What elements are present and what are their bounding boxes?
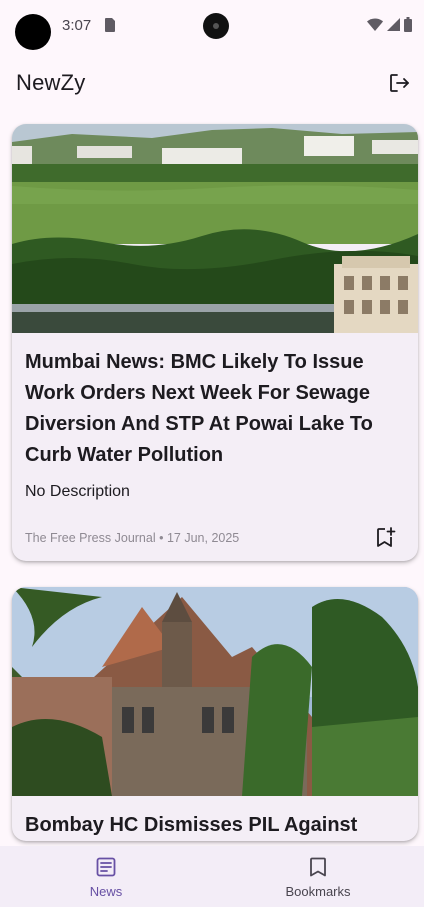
nav-label-bookmarks: Bookmarks <box>285 884 351 899</box>
front-camera <box>203 13 229 39</box>
article-title[interactable]: Mumbai News: BMC Likely To Issue Work Or… <box>25 347 405 471</box>
wifi-icon <box>367 18 383 31</box>
article-image <box>12 587 418 796</box>
card-body: Mumbai News: BMC Likely To Issue Work Or… <box>12 333 418 561</box>
news-card[interactable]: Bombay HC Dismisses PIL Against <box>12 587 418 841</box>
nav-label-news: News <box>89 884 123 899</box>
article-image <box>12 124 418 333</box>
nav-icon-container <box>78 854 134 880</box>
nav-item-news[interactable]: News <box>0 846 212 907</box>
card-body: Bombay HC Dismisses PIL Against <box>12 796 418 841</box>
logout-button[interactable] <box>382 66 416 100</box>
meta-separator: • <box>159 531 164 545</box>
news-feed: Mumbai News: BMC Likely To Issue Work Or… <box>12 124 418 867</box>
article-source: The Free Press Journal <box>25 531 156 545</box>
bookmark-icon <box>310 857 326 877</box>
article-description: No Description <box>25 483 130 500</box>
news-card[interactable]: Mumbai News: BMC Likely To Issue Work Or… <box>12 124 418 561</box>
nav-icon-container <box>290 854 346 880</box>
status-time: 3:07 <box>62 17 92 34</box>
status-bar: 3:07 <box>0 0 424 52</box>
screen: 3:07 NewZy Mumbai News: BMC Likely To Is… <box>0 0 424 907</box>
status-icons <box>367 17 412 32</box>
bookmark-add-icon <box>377 527 396 547</box>
news-icon <box>96 857 116 877</box>
article-title[interactable]: Bombay HC Dismisses PIL Against <box>25 810 405 841</box>
logout-icon <box>390 74 409 92</box>
article-meta: The Free Press Journal • 17 Jun, 2025 <box>25 531 239 545</box>
app-title: NewZy <box>16 70 86 95</box>
profile-avatar <box>15 14 51 50</box>
add-bookmark-button[interactable] <box>371 523 399 551</box>
bottom-navigation: News Bookmarks <box>0 846 424 907</box>
app-bar: NewZy <box>0 60 424 104</box>
article-date: 17 Jun, 2025 <box>166 531 240 545</box>
nav-item-bookmarks[interactable]: Bookmarks <box>212 846 424 907</box>
sim-card-icon <box>104 18 115 32</box>
card-footer: The Free Press Journal • 17 Jun, 2025 <box>25 501 405 561</box>
battery-icon <box>404 17 412 32</box>
cell-signal-icon <box>387 18 400 31</box>
